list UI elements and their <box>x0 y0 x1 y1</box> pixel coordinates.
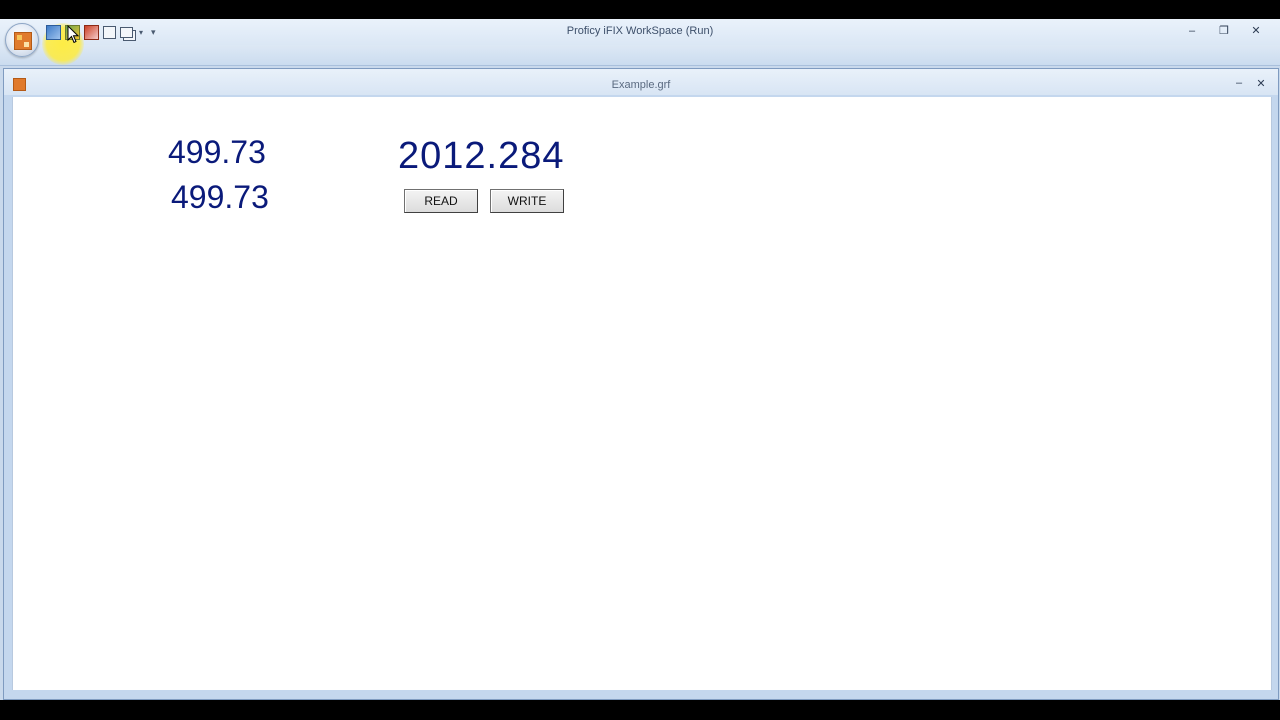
document-close-button[interactable]: ✕ <box>1250 77 1272 90</box>
read-button[interactable]: READ <box>404 189 478 213</box>
data-link-value-1: 499.73 <box>168 134 266 170</box>
application-menu-button[interactable] <box>5 23 39 57</box>
screen: Proficy iFIX WorkSpace (Run) – ❐ ✕ ? ▾ ▾… <box>0 0 1280 720</box>
document-minimize-button[interactable]: – <box>1228 77 1250 90</box>
letterbox-bottom <box>0 700 1280 720</box>
app-window: Proficy iFIX WorkSpace (Run) – ❐ ✕ ? ▾ ▾… <box>0 19 1280 700</box>
ribbon-band: ? ▾ <box>0 45 1280 87</box>
data-link-value-3: 2012.284 <box>398 135 565 177</box>
close-button[interactable]: ✕ <box>1240 23 1272 39</box>
window-icon[interactable] <box>120 26 133 38</box>
letterbox-top <box>0 0 1280 19</box>
switch-to-configure-icon[interactable] <box>46 24 61 40</box>
document-window: Example.grf – ✕ 499.73 499.73 2012.284 R… <box>3 68 1279 700</box>
app-window-controls: – ❐ ✕ <box>1176 23 1272 39</box>
write-button[interactable]: WRITE <box>490 189 564 213</box>
data-link-value-2: 499.73 <box>171 179 269 215</box>
app-title: Proficy iFIX WorkSpace (Run) <box>566 25 714 37</box>
document-title-bar[interactable]: Example.grf – ✕ <box>4 69 1278 95</box>
picture-icon[interactable] <box>84 24 99 40</box>
window-dropdown-icon[interactable]: ▾ <box>139 28 143 37</box>
picture-canvas: 499.73 499.73 2012.284 READ WRITE <box>12 97 1272 690</box>
select-icon[interactable] <box>103 25 116 39</box>
minimize-button[interactable]: – <box>1176 23 1208 39</box>
quick-access-toolbar: ▾ ▾ <box>46 23 156 41</box>
ifix-logo-icon <box>14 32 32 50</box>
document-title: Example.grf <box>611 79 671 91</box>
document-window-controls: – ✕ <box>1228 77 1272 90</box>
app-title-bar[interactable]: Proficy iFIX WorkSpace (Run) – ❐ ✕ <box>0 19 1280 45</box>
restore-button[interactable]: ❐ <box>1208 23 1240 39</box>
customize-toolbar-icon[interactable]: ▾ <box>151 27 156 38</box>
